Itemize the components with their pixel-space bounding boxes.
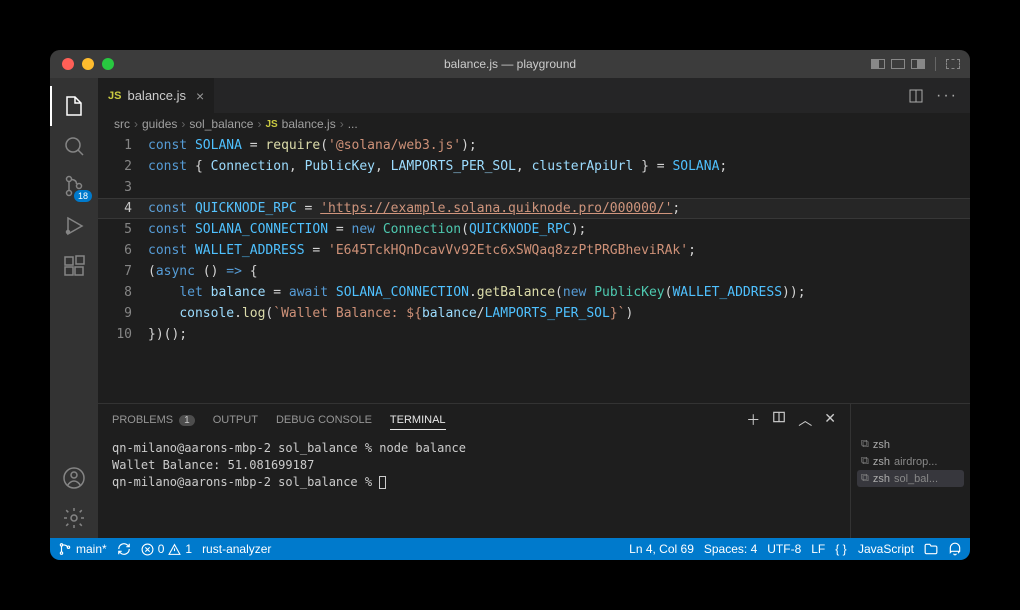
panel-tabs: PROBLEMS 1 OUTPUT DEBUG CONSOLE TERMINAL… [98,404,850,436]
output-tab[interactable]: OUTPUT [213,414,258,426]
split-terminal-icon[interactable] [772,410,786,430]
close-panel-icon[interactable]: ✕ [824,410,836,430]
scm-badge: 18 [74,190,92,202]
vscode-window: balance.js — playground 18 [50,50,970,560]
search-icon[interactable] [50,126,98,166]
feedback-icon[interactable] [924,542,938,556]
source-control-icon[interactable]: 18 [50,166,98,206]
terminal-tab[interactable]: TERMINAL [390,414,446,430]
run-debug-icon[interactable] [50,206,98,246]
zoom-window-button[interactable] [102,58,114,70]
encoding-status[interactable]: UTF-8 [767,542,801,556]
title-bar: balance.js — playground [50,50,970,78]
more-actions-icon[interactable]: ··· [936,87,958,105]
maximize-panel-icon[interactable]: ︿ [798,410,812,430]
terminal-item[interactable]: ⧉zsh [857,436,964,453]
split-editor-icon[interactable] [908,88,924,104]
close-tab-icon[interactable]: × [196,88,204,104]
close-window-button[interactable] [62,58,74,70]
line-gutter: 123 456 78910 [98,135,148,403]
notifications-icon[interactable] [948,542,962,556]
terminal-output[interactable]: qn-milano@aarons-mbp-2 sol_balance % nod… [98,436,850,538]
indentation-status[interactable]: Spaces: 4 [704,542,757,556]
editor-tabs: JS balance.js × ··· [98,78,970,113]
terminal-cursor [379,476,386,489]
layout-bottom-icon[interactable] [891,59,905,69]
terminal-item[interactable]: ⧉zshsol_bal... [857,470,964,487]
tab-label: balance.js [127,88,186,103]
sync-icon[interactable] [117,542,131,556]
layout-left-icon[interactable] [871,59,885,69]
bottom-panel: PROBLEMS 1 OUTPUT DEBUG CONSOLE TERMINAL… [98,403,970,538]
customize-layout-icon[interactable] [946,59,960,69]
status-bar: main* 0 1 rust-analyzer Ln 4, Col 69 Spa… [50,538,970,560]
eol-status[interactable]: LF [811,542,825,556]
layout-controls [871,57,960,71]
window-title: balance.js — playground [50,57,970,71]
activity-bar: 18 [50,78,98,538]
js-file-icon: JS [265,119,277,130]
language-mode[interactable]: { } JavaScript [835,542,914,556]
code-content: const SOLANA = require('@solana/web3.js'… [148,135,970,403]
problems-status[interactable]: 0 1 [141,542,192,556]
problems-count-badge: 1 [179,415,195,426]
code-editor[interactable]: 123 456 78910 const SOLANA = require('@s… [98,135,970,403]
js-file-icon: JS [108,90,121,102]
traffic-lights [50,58,114,70]
terminal-item[interactable]: ⧉zshairdrop... [857,453,964,470]
new-terminal-icon[interactable]: ＋ [746,410,760,430]
problems-tab[interactable]: PROBLEMS 1 [112,414,195,426]
minimize-window-button[interactable] [82,58,94,70]
extensions-icon[interactable] [50,246,98,286]
rust-analyzer-status[interactable]: rust-analyzer [202,542,271,556]
settings-gear-icon[interactable] [50,498,98,538]
git-branch[interactable]: main* [58,542,107,556]
explorer-icon[interactable] [50,86,98,126]
layout-right-icon[interactable] [911,59,925,69]
accounts-icon[interactable] [50,458,98,498]
tab-balance-js[interactable]: JS balance.js × [98,78,215,113]
breadcrumb[interactable]: src› guides› sol_balance› JS balance.js›… [98,113,970,135]
cursor-position[interactable]: Ln 4, Col 69 [629,542,694,556]
debug-console-tab[interactable]: DEBUG CONSOLE [276,414,372,426]
terminal-list: ⧉zsh ⧉zshairdrop... ⧉zshsol_bal... [850,404,970,538]
